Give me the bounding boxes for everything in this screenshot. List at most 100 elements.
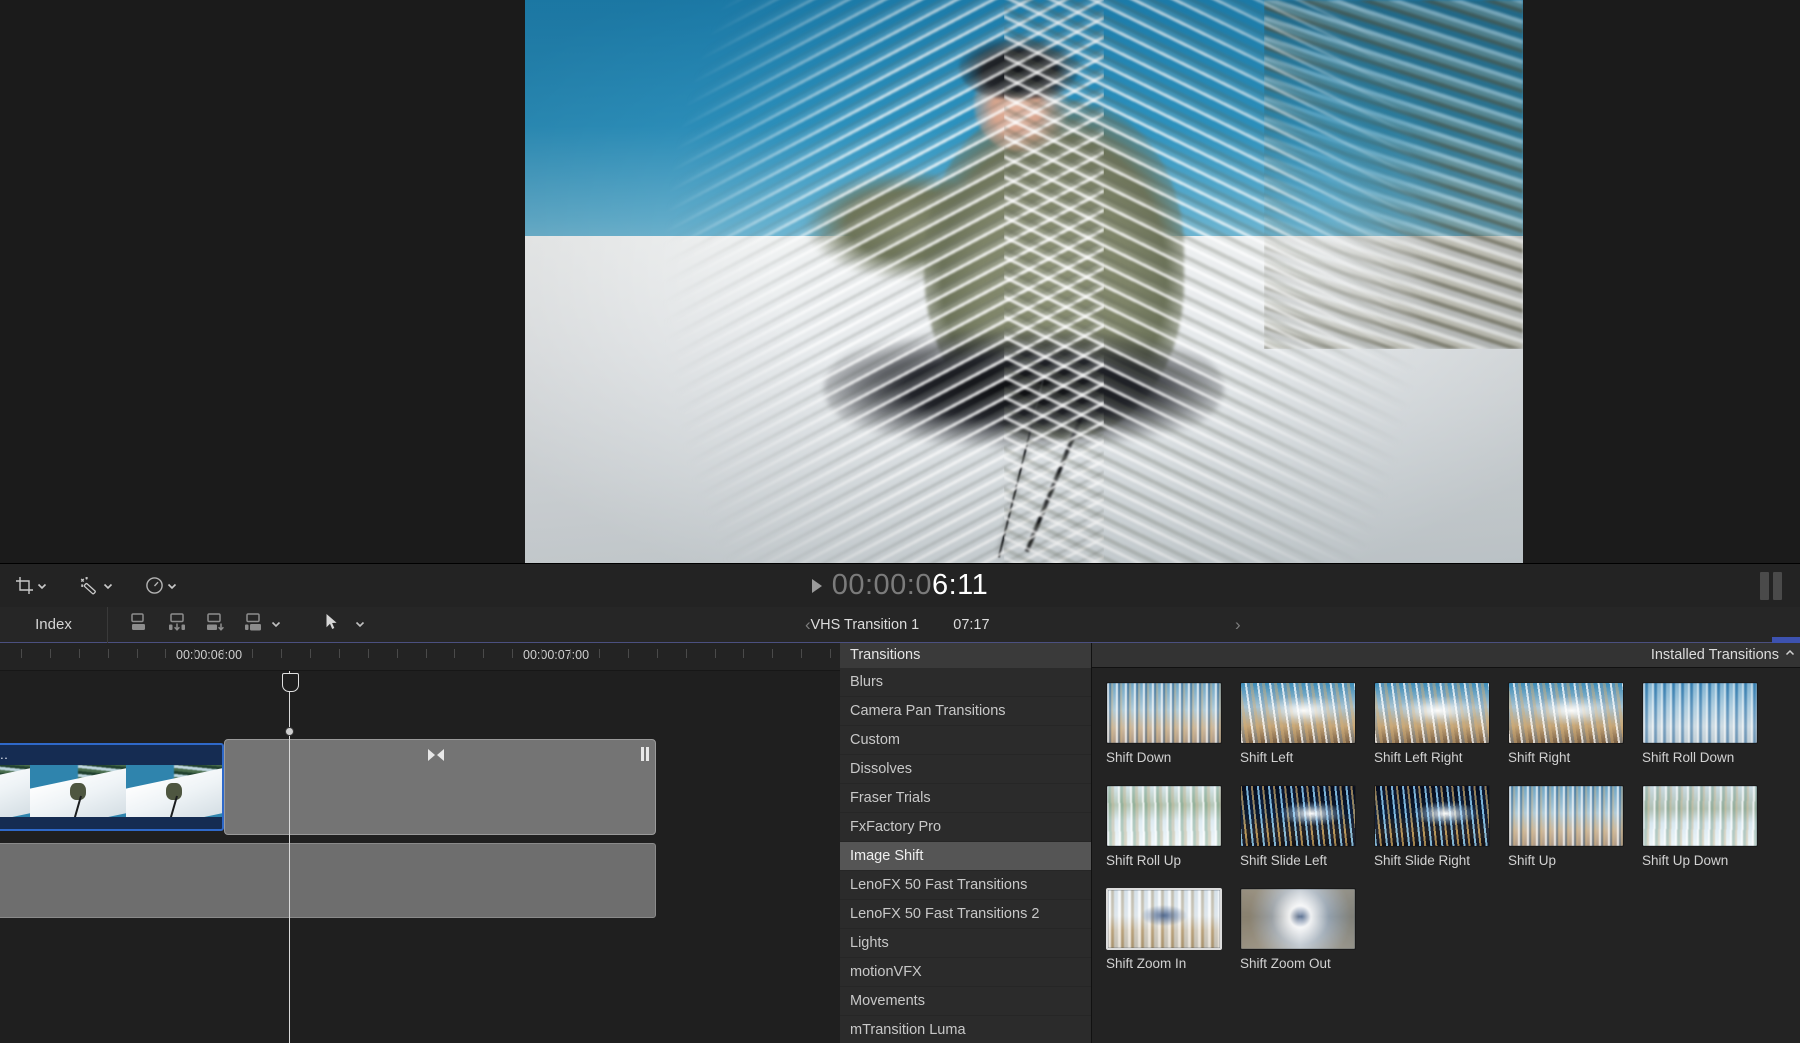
enhancements-button[interactable] — [74, 573, 118, 598]
next-clip-arrow[interactable]: › — [1235, 615, 1241, 635]
pause-bars-icon[interactable] — [1760, 572, 1782, 600]
transition-label: Shift Slide Left — [1240, 853, 1356, 868]
retime-chevron-down-icon[interactable] — [167, 581, 177, 591]
selected-clip-duration: 07:17 — [953, 617, 989, 633]
crop-icon — [15, 576, 34, 595]
edit-tools-chevron-down-icon[interactable] — [271, 616, 281, 634]
transitions-category-item[interactable]: Movements — [840, 987, 1091, 1016]
timeline-video-clip[interactable]: man_snowboarding_down_a_ski_slope_an… — [0, 743, 224, 831]
ruler-label: 00:00:06:00 — [176, 648, 242, 662]
ruler-tick — [483, 649, 484, 658]
transition-thumbnail[interactable] — [1508, 682, 1624, 744]
select-tool-icon[interactable] — [325, 613, 339, 636]
transition-item[interactable]: Shift Up — [1508, 785, 1624, 868]
timeline-playhead[interactable] — [289, 671, 290, 1043]
transitions-category-item[interactable]: LenoFX 50 Fast Transitions — [840, 871, 1091, 900]
ruler-tick — [570, 649, 571, 658]
ruler-tick — [108, 649, 109, 658]
ruler-tick — [223, 649, 224, 658]
transition-thumbnail[interactable] — [1508, 785, 1624, 847]
transition-thumbnail[interactable] — [1106, 785, 1222, 847]
timeline-ruler[interactable]: 00:00:06:00 00:00:07:00 — [0, 643, 840, 671]
crop-button[interactable] — [10, 573, 52, 598]
select-tool-chevron-down-icon[interactable] — [355, 616, 365, 634]
viewer-timecode-display: 00:00:06:11 — [0, 564, 1800, 607]
ruler-tick — [772, 649, 773, 658]
transition-thumbnail[interactable] — [1240, 888, 1356, 950]
viewer-canvas[interactable] — [525, 0, 1523, 563]
viewer-tool-group — [0, 573, 182, 598]
transitions-category-item[interactable]: LenoFX 50 Fast Transitions 2 — [840, 900, 1091, 929]
transition-label: Shift Roll Up — [1106, 853, 1222, 868]
ruler-tick — [830, 649, 831, 658]
transition-item[interactable]: Shift Slide Right — [1374, 785, 1490, 868]
previous-clip-arrow[interactable]: ‹ — [805, 615, 811, 635]
timeline-body[interactable]: man_snowboarding_down_a_ski_slope_an… — [0, 671, 840, 1043]
transition-thumbnail[interactable] — [1642, 682, 1758, 744]
timecode-text[interactable]: 00:00:06:11 — [832, 569, 989, 602]
transition-label: Shift Zoom Out — [1240, 956, 1356, 971]
transition-item[interactable]: Shift Roll Down — [1642, 682, 1758, 765]
magic-wand-icon — [79, 576, 100, 595]
connect-clip-icon[interactable] — [128, 612, 150, 637]
transition-item[interactable]: Shift Down — [1106, 682, 1222, 765]
transitions-category-item[interactable]: motionVFX — [840, 958, 1091, 987]
timeline-header-bar: Index — [0, 607, 1800, 643]
transition-thumbnail[interactable] — [1106, 888, 1222, 950]
transition-item[interactable]: Shift Zoom Out — [1240, 888, 1356, 971]
playhead-keyframe-dot[interactable] — [285, 727, 294, 736]
transitions-category-item[interactable]: Camera Pan Transitions — [840, 697, 1091, 726]
transition-thumbnail[interactable] — [1374, 682, 1490, 744]
timeline-panel[interactable]: 00:00:06:00 00:00:07:00 man_snowboarding… — [0, 643, 840, 1043]
transition-item[interactable]: Shift Roll Up — [1106, 785, 1222, 868]
timecode-dim: 00:00:0 — [832, 569, 932, 601]
transition-label: Shift Roll Down — [1642, 750, 1758, 765]
timecode-bright: 6:11 — [932, 569, 988, 601]
transitions-grid[interactable]: Shift DownShift LeftShift Left RightShif… — [1092, 668, 1800, 971]
ruler-tick — [801, 649, 802, 658]
transitions-category-item[interactable]: mTransition Luma — [840, 1016, 1091, 1043]
retime-button[interactable] — [140, 573, 182, 598]
insert-clip-icon[interactable] — [166, 612, 188, 637]
ruler-tick — [79, 649, 80, 658]
transition-item[interactable]: Shift Up Down — [1642, 785, 1758, 868]
transition-label: Shift Zoom In — [1106, 956, 1222, 971]
timeline-secondary-strip[interactable] — [0, 843, 656, 918]
ruler-tick — [715, 649, 716, 658]
transition-item[interactable]: Shift Slide Left — [1240, 785, 1356, 868]
transitions-category-item[interactable]: Blurs — [840, 668, 1091, 697]
transition-item[interactable]: Shift Right — [1508, 682, 1624, 765]
viewer-area — [0, 0, 1800, 563]
transition-item[interactable]: Shift Left — [1240, 682, 1356, 765]
transition-thumbnail[interactable] — [1240, 682, 1356, 744]
transitions-list-header: Transitions — [840, 643, 1091, 668]
transitions-category-item[interactable]: Image Shift — [840, 842, 1091, 871]
index-button[interactable]: Index — [0, 607, 108, 643]
transitions-browser: Transitions BlursCamera Pan TransitionsC… — [840, 643, 1800, 1043]
transitions-category-item[interactable]: Custom — [840, 726, 1091, 755]
crop-chevron-down-icon[interactable] — [37, 581, 47, 591]
ruler-tick — [397, 649, 398, 658]
append-clip-icon[interactable] — [204, 612, 226, 637]
edit-tools-group — [108, 612, 365, 637]
timeline-clip-name: man_snowboarding_down_a_ski_slope_an… — [0, 745, 222, 765]
transition-thumbnail[interactable] — [1106, 682, 1222, 744]
transitions-category-item[interactable]: Fraser Trials — [840, 784, 1091, 813]
viewer-frame-image — [525, 0, 1523, 563]
ruler-tick — [426, 649, 427, 658]
speedometer-icon — [145, 576, 164, 595]
enhancements-chevron-down-icon[interactable] — [103, 581, 113, 591]
overwrite-clip-icon[interactable] — [242, 612, 264, 637]
transitions-category-list[interactable]: Transitions BlursCamera Pan TransitionsC… — [840, 643, 1092, 1043]
transition-thumbnail[interactable] — [1240, 785, 1356, 847]
transition-item[interactable]: Shift Zoom In — [1106, 888, 1222, 971]
transition-thumbnail[interactable] — [1374, 785, 1490, 847]
transitions-category-item[interactable]: FxFactory Pro — [840, 813, 1091, 842]
installed-transitions-chevron-icon[interactable] — [1784, 646, 1796, 664]
transition-thumbnail[interactable] — [1642, 785, 1758, 847]
transition-pause-icon — [641, 747, 650, 761]
transitions-category-item[interactable]: Lights — [840, 929, 1091, 958]
transition-item[interactable]: Shift Left Right — [1374, 682, 1490, 765]
transitions-category-item[interactable]: Dissolves — [840, 755, 1091, 784]
ruler-tick — [165, 649, 166, 658]
